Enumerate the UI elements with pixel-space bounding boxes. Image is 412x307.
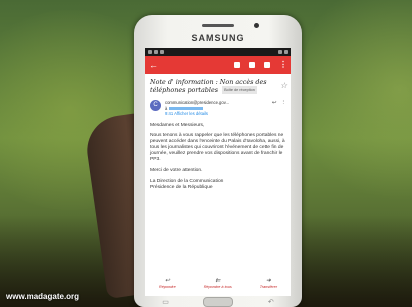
- menu-key-icon[interactable]: ▭: [162, 298, 169, 306]
- reply-icon[interactable]: ↩: [272, 100, 277, 106]
- home-button[interactable]: [203, 297, 234, 307]
- mail-toolbar: ← ⋮: [145, 56, 291, 74]
- watermark: www.madagate.org: [6, 292, 80, 301]
- front-camera: [254, 23, 259, 28]
- forward-icon: ➜: [265, 278, 271, 284]
- inbox-label[interactable]: Boîte de réception: [222, 86, 257, 94]
- reply-all-button[interactable]: ⇇ Répondre à tous: [204, 278, 232, 289]
- delete-icon[interactable]: [249, 62, 255, 68]
- notification-icon: [154, 50, 158, 54]
- reply-icon: ↩: [164, 278, 170, 284]
- more-options-icon[interactable]: ⋮: [281, 100, 287, 106]
- star-icon[interactable]: ☆: [280, 82, 287, 90]
- closing: Merci de votre attention.: [150, 168, 203, 174]
- photo-background: SAMSUNG ← ⋮ Note d' information: Non ac…: [0, 0, 412, 307]
- background-light: [300, 0, 412, 210]
- body-paragraph: Nous tenons à vous rappeler que les télé…: [150, 133, 285, 163]
- redacted-recipient: [168, 106, 203, 110]
- battery-icon: [284, 50, 288, 54]
- mail-icon[interactable]: [264, 62, 270, 68]
- reply-all-icon: ⇇: [215, 278, 221, 284]
- hardware-buttons: ▭ ↶: [145, 297, 291, 307]
- phone-screen: ← ⋮ Note d' information : Non accès des …: [145, 48, 291, 296]
- earpiece: [202, 24, 234, 27]
- forward-button[interactable]: ➜ Transférer: [260, 278, 277, 289]
- avatar[interactable]: C: [150, 100, 161, 111]
- sender-row: C communication@presidence.gov... à 9:41…: [145, 96, 291, 119]
- email-actions: ↩ Répondre ⇇ Répondre à tous ➜ Transfére…: [145, 278, 291, 289]
- status-bar: [145, 48, 291, 56]
- more-options-icon[interactable]: ⋮: [279, 61, 287, 69]
- signal-icon: [278, 50, 282, 54]
- email-subject: Note d' information : Non accès des télé…: [145, 74, 291, 96]
- notification-icon: [148, 50, 152, 54]
- back-key-icon[interactable]: ↶: [268, 298, 274, 306]
- show-details-link[interactable]: 9:41 Afficher les détails: [165, 111, 272, 117]
- signature: La Direction de la Communication Préside…: [150, 178, 224, 190]
- brand-logo: SAMSUNG: [191, 33, 245, 43]
- smartphone: SAMSUNG ← ⋮ Note d' information: Non ac…: [134, 15, 302, 307]
- notification-icon: [160, 50, 164, 54]
- reply-button[interactable]: ↩ Répondre: [159, 278, 176, 289]
- back-arrow-icon[interactable]: ←: [149, 60, 158, 70]
- greeting: Mesdames et Messieurs,: [150, 122, 205, 128]
- email-body: Mesdames et Messieurs, Nous tenons à vou…: [145, 119, 291, 191]
- archive-icon[interactable]: [234, 62, 240, 68]
- sender-info: communication@presidence.gov... à 9:41 A…: [165, 100, 272, 117]
